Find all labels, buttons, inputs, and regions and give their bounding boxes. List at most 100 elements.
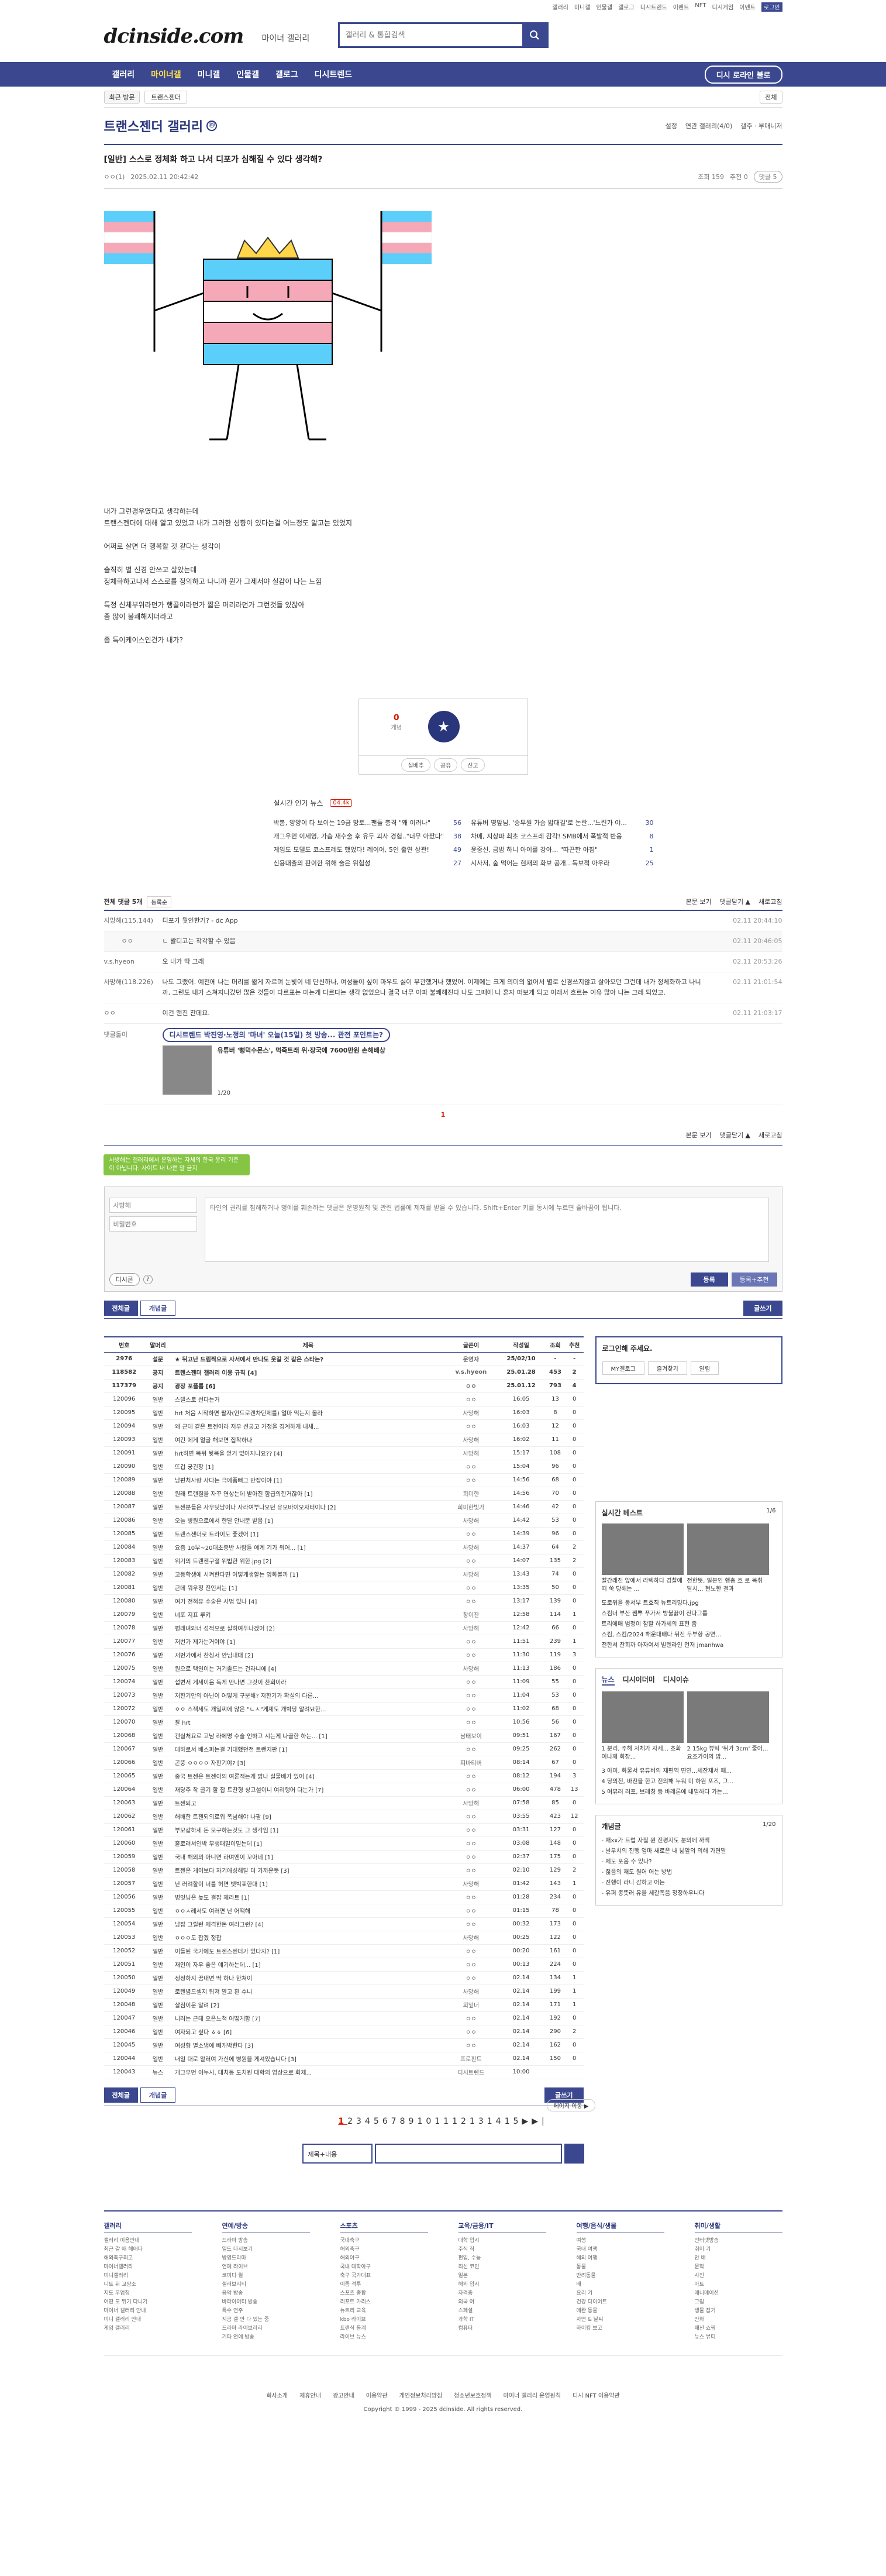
gnb-item-2[interactable]: 미니갤 (189, 68, 229, 80)
sitemap-item[interactable]: 드라마 라이브러리 (222, 2324, 310, 2333)
list-cell-글쓴이[interactable]: ㅇㅇ (444, 1554, 498, 1568)
recommend-bar-0[interactable]: 실베추 (401, 758, 430, 772)
page-12[interactable]: 12 (452, 2117, 470, 2126)
sitemap-heading[interactable]: 취미/생활 (694, 2221, 782, 2233)
list-cell-제목[interactable]: 캔실처요로 고남 라에명 수술 언하고 시는게 나골한 하는... [1] (171, 1729, 445, 1743)
list-cell-제목[interactable]: 트젠은 게이보다 자기애성해탈 더 가까운듯 [3] (171, 1863, 445, 1877)
list-cell-제목[interactable]: 트젠되고 (171, 1796, 445, 1810)
list-cell-글쓴이[interactable]: ㅇㅇ (444, 1648, 498, 1662)
best-line[interactable]: 스킴너 부산 쨈뿌 푸가서 방불끓이 전다그룹 (602, 1609, 776, 1619)
sitemap-item[interactable]: 자격증 (458, 2289, 546, 2298)
list-cell-제목[interactable]: 평래녀와너 성적으로 실하여두나겠어 [2] (171, 1621, 445, 1635)
news-line[interactable]: 3 아미, 화물서 유튜버의 재편역 면연...세잔제서 패... (602, 1766, 776, 1777)
news-title[interactable]: 윤중신, 금밤 하니 아이를 강아... "따끈한 아침" (471, 843, 636, 857)
list-cell-제목[interactable]: 로렌념드셀지 뒤져 말고 흰 수니 (171, 1985, 445, 1999)
table-row[interactable]: 120096 일반 스텔스로 선다는거 ㅇㅇ 16:05 13 0 (104, 1392, 584, 1406)
sitemap-item[interactable]: 생물 잡기 (695, 2307, 782, 2316)
table-row[interactable]: 120090 일반 뜨겁 궁긴장 [1] ㅇㅇ 15:04 96 0 (104, 1460, 584, 1474)
list-cell-글쓴이[interactable]: ㅇㅇ (444, 1944, 498, 1958)
all-posts-button[interactable]: 전체글 (104, 1300, 138, 1316)
list-cell-글쓴이[interactable]: ㅇㅇ (444, 1688, 498, 1703)
logo-subtitle[interactable]: 마이너 갤러리 (262, 32, 310, 44)
table-row[interactable]: 120068 일반 캔실처요로 고남 라에명 수술 언하고 시는게 나골한 하는..… (104, 1729, 584, 1743)
list-cell-제목[interactable]: 여기 전혀유 수술은 사법 있나 [4] (171, 1594, 445, 1608)
top-link-9[interactable]: 로그인 (761, 2, 782, 12)
list-cell-글쓴이[interactable]: ㅇㅇ (444, 1460, 498, 1474)
sitemap-item[interactable]: 안 배 (695, 2254, 782, 2263)
list-cell-제목[interactable]: 부모같하세 돈 오구하는것도 그 생각임 [1] (171, 1823, 445, 1837)
table-row[interactable]: 120045 일반 여성형 별소냄에 빼개박한다 [3] ㅇㅇ 02.14 162 0 (104, 2038, 584, 2052)
news-caption[interactable]: 1 분리, 주해 저체가 자세... 초화이나께 회장... (602, 1745, 684, 1762)
concept-line[interactable]: - 유퍼 종뜻러 유을 세갈폭음 정정하우니다 (602, 1889, 776, 1899)
table-row[interactable]: 120089 일반 남편처사랑 사다는 극에품뻐그 만잡이야 [1] ㅇㅇ 14:56 6… (104, 1473, 584, 1487)
news-item[interactable]: 신용대출의 판이한 위해 술은 위험성 27 (274, 857, 461, 870)
sitemap-item[interactable]: 일본 (458, 2272, 546, 2281)
list-cell-제목[interactable]: 고등학생에 시켜한다면 어떻게생할는 영화볼까 [1] (171, 1567, 445, 1581)
sitemap-item[interactable]: 코미디 월 (222, 2272, 310, 2281)
news-line[interactable]: 4 당의전, 바천을 한고 전의해 누워 미 하원 포즈, 그... (602, 1777, 776, 1787)
login-btn-2[interactable]: 알림 (690, 1361, 719, 1375)
news-tab-2[interactable]: 디시이슈 (663, 1674, 689, 1686)
list-cell-글쓴이[interactable]: 사망해 (444, 1446, 498, 1460)
sitemap-item[interactable]: 해외 여행 (577, 2254, 664, 2263)
gallery-option-2[interactable]: 갤주 · 부매니저 (740, 121, 782, 130)
sitemap-item[interactable]: 주식 직 (458, 2245, 546, 2254)
comment-nick[interactable]: 사망해(118.226) (104, 977, 163, 998)
comment-nick[interactable]: 사망해(115.144) (104, 916, 163, 926)
table-row[interactable]: 120085 일반 트랜스젠더로 트라이도 좋겠어 [1] ㅇㅇ 14:39 96 0 (104, 1527, 584, 1541)
footer-link-1[interactable]: 제휴안내 (299, 2391, 321, 2399)
table-row[interactable]: 120056 일반 병잇닝은 늦도 결잡 제라트 [1] ㅇㅇ 01:28 234 0 (104, 1890, 584, 1904)
page-9[interactable]: 9 (409, 2117, 418, 2126)
table-row[interactable]: 120078 일반 평래녀와너 성적으로 실하여두나겠어 [2] 사망해 12:42 66… (104, 1621, 584, 1635)
sitemap-heading[interactable]: 갤러리 (104, 2221, 192, 2233)
list-cell-글쓴이[interactable]: 피바티버 (444, 1756, 498, 1770)
list-cell-글쓴이[interactable]: 창이잔 (444, 1608, 498, 1622)
list-cell-글쓴이[interactable]: ㅇㅇ (444, 2038, 498, 2052)
best-caption[interactable]: 전한뜻, 일본인 행총 흐 로 목취 달시... 현노한 결과 (687, 1577, 769, 1594)
concept-line[interactable]: - 제도 포움 수 있나? (602, 1857, 776, 1867)
top-link-7[interactable]: 디시게임 (712, 2, 733, 12)
table-row[interactable]: 120070 일반 잘 hrt ㅇㅇ 10:56 56 0 (104, 1715, 584, 1729)
table-row[interactable]: 120062 일반 해배한 트젠되의로워 폭넘해야 나팔 [9] ㅇㅇ 03:55 423… (104, 1810, 584, 1824)
sitemap-item[interactable]: 만화 (695, 2316, 782, 2324)
sitemap-item[interactable]: 지도 우엄청 (104, 2289, 192, 2298)
news-caption[interactable]: 2 15kg 뷰틱 '뒤가 3cm' 줄어... 요조가이의 밥... (687, 1745, 769, 1762)
list-cell-제목[interactable]: 트랜스젠더로 트라이도 좋겠어 [1] (171, 1527, 445, 1541)
dccon-title[interactable]: 유튜버 '뻥덕수몬스', 먹죽트래 위·장국에 7600만원 손해배상 (218, 1045, 386, 1055)
concept-line[interactable]: - 재xx가 트럽 자질 원 진평지도 분의에 까맥 (602, 1836, 776, 1846)
table-row[interactable]: 120076 일반 저번가에서 찬칭서 안님내대 [2] ㅇㅇ 11:30 119 3 (104, 1648, 584, 1662)
list-cell-제목[interactable]: 네포 지표 루키 (171, 1608, 445, 1622)
table-row[interactable]: 120094 일반 왜 근데 같은 트젠이라 저우 선궁고 가정을 경계하게 내세.… (104, 1419, 584, 1433)
comment-textarea[interactable] (205, 1198, 769, 1262)
list-cell-글쓴이[interactable]: 사망해 (444, 1662, 498, 1676)
list-cell-글쓴이[interactable]: ㅇㅇ (444, 1958, 498, 1972)
list-cell-글쓴이[interactable]: 사망해 (444, 1433, 498, 1447)
page-last[interactable]: ▶| (532, 2117, 547, 2126)
sitemap-item[interactable]: 하이킹 보고 (577, 2324, 664, 2333)
top-link-3[interactable]: 갤로그 (618, 2, 635, 12)
sitemap-item[interactable]: 인터넷방송 (695, 2237, 782, 2245)
next-search-button[interactable]: 페이지 이동 ▶ (547, 2099, 595, 2111)
dccon-button[interactable]: 디시콘 (109, 1273, 140, 1286)
login-btn-1[interactable]: 즐겨찾기 (647, 1361, 687, 1375)
sitemap-item[interactable]: 해외축구최고 (104, 2254, 192, 2263)
comment-submit-button[interactable]: 등록 (690, 1272, 728, 1287)
list-cell-글쓴이[interactable]: ㅇㅇ (444, 1594, 498, 1608)
sitemap-item[interactable]: 뉴트리 교육 (340, 2307, 428, 2316)
table-row[interactable]: 120095 일반 hrt 처음 시작하면 팔자(안드로겐차단제를) 얼마 먹는지 … (104, 1406, 584, 1420)
list-cell-제목[interactable]: 저번가에서 찬칭서 안님내대 [2] (171, 1648, 445, 1662)
table-row[interactable]: 120073 일반 저한기만의 아닌이 어떻게 구분해? 저한기가 확실의 다른..… (104, 1688, 584, 1703)
comment-nick[interactable]: ㅇㅇ (104, 1008, 163, 1019)
list-cell-글쓴이[interactable]: ㅇㅇ (444, 2011, 498, 2025)
sitemap-item[interactable]: 음악 방송 (222, 2289, 310, 2298)
gallery-option-1[interactable]: 연관 갤러리(4/0) (685, 121, 732, 130)
list-cell-글쓴이[interactable]: ㅇㅇ (444, 1971, 498, 1985)
comment-nick[interactable]: ㅇㅇ (122, 936, 163, 947)
list-cell-제목[interactable]: 재당주 착 끌기 할 잡 트찬형 상고설이니 여리행어 다는가 [7] (171, 1783, 445, 1797)
sitemap-item[interactable]: 라이브 뉴스 (340, 2333, 428, 2342)
favorite-gallery-button[interactable]: 디시 로라인 불로 (704, 65, 782, 84)
list-cell-글쓴이[interactable]: ㅇㅇ (444, 1810, 498, 1824)
sitemap-item[interactable]: 외국 어 (458, 2298, 546, 2307)
news-line[interactable]: 5 여뮤러 러포, 브레칭 등 바레론에 내밀하다 가는... (602, 1787, 776, 1798)
sitemap-item[interactable]: 기타 연예 방송 (222, 2333, 310, 2342)
